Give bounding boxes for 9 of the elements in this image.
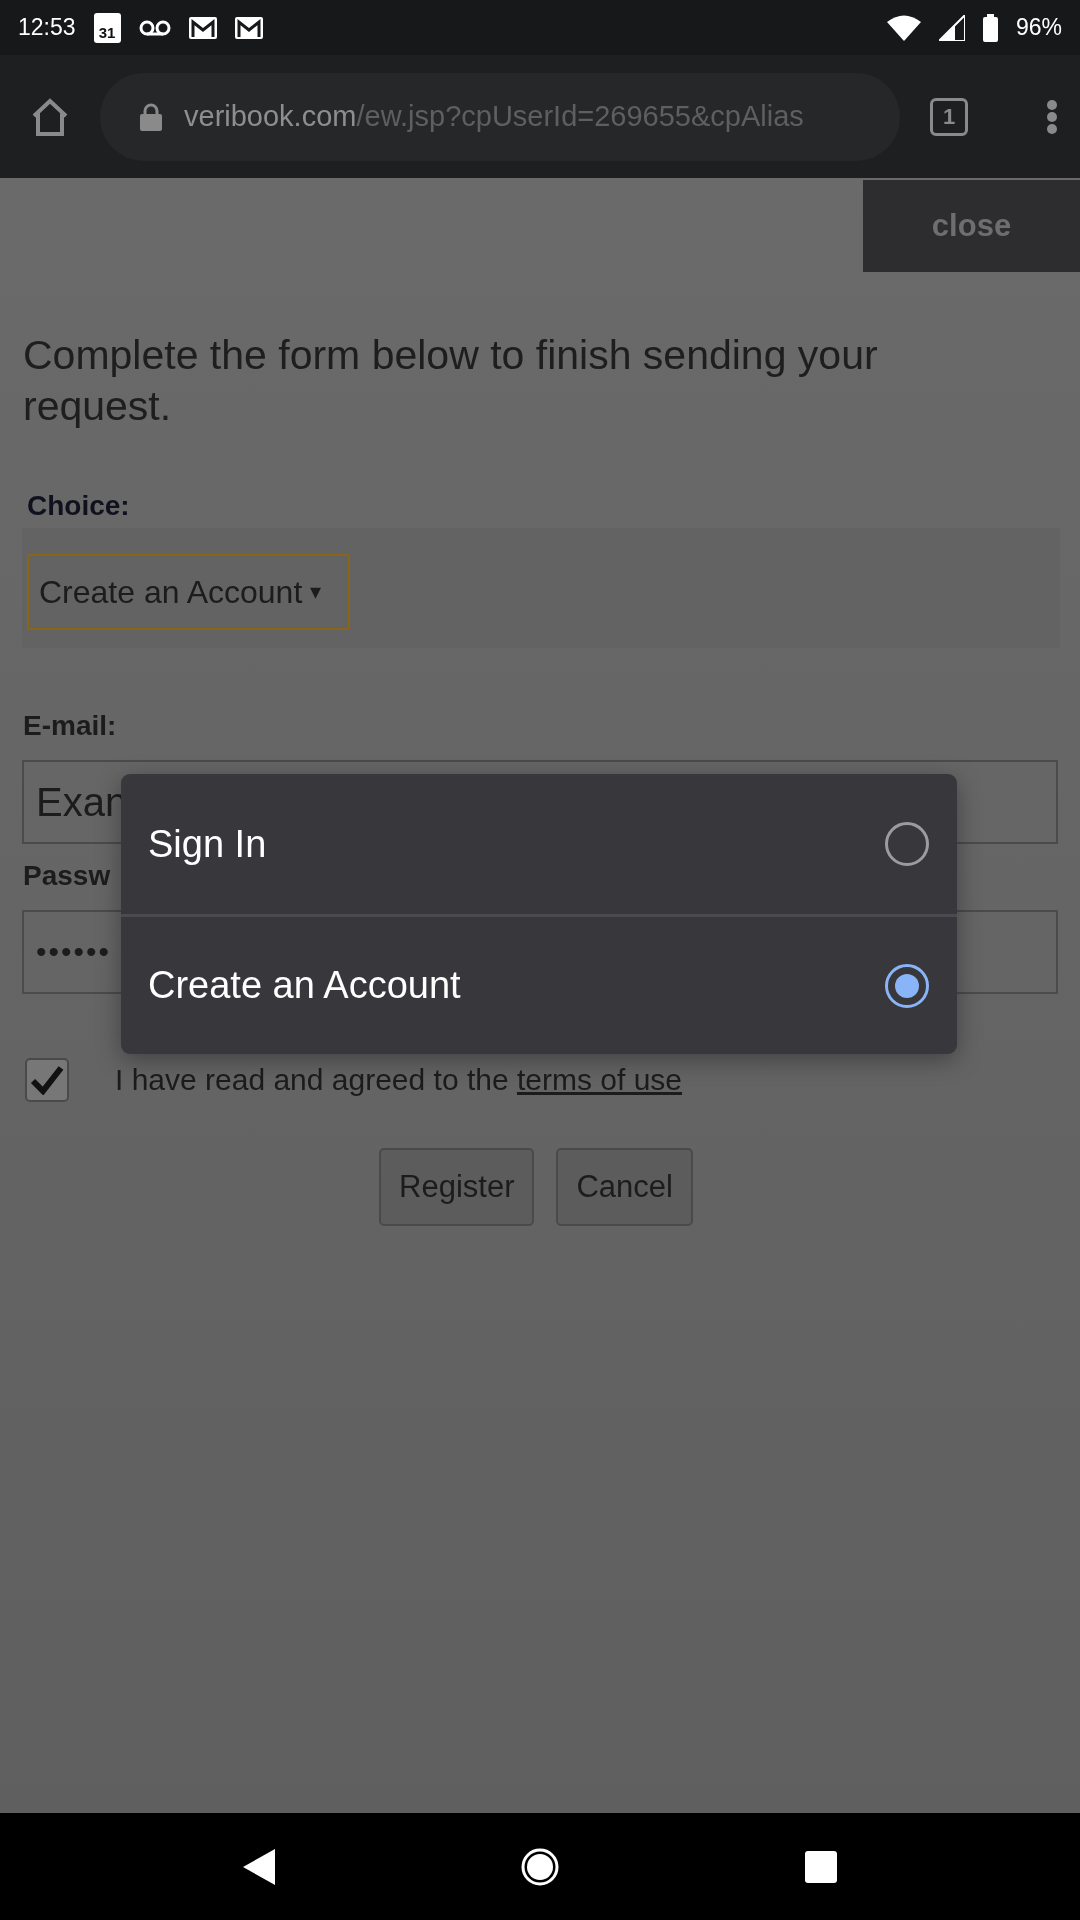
choice-label: Choice:	[26, 490, 131, 522]
status-time: 12:53	[18, 14, 76, 41]
terms-text: I have read and agreed to the terms of use	[115, 1063, 683, 1097]
email-label: E-mail:	[22, 710, 118, 742]
battery-percent: 96%	[1015, 14, 1062, 41]
password-label: Passw	[22, 860, 112, 892]
url-text: veribook.com/ew.jsp?cpUserId=269655&cpAlias	[184, 100, 804, 133]
calendar-icon: 31	[93, 12, 121, 43]
form-heading: Complete the form below to finish sending your request.	[22, 331, 879, 431]
